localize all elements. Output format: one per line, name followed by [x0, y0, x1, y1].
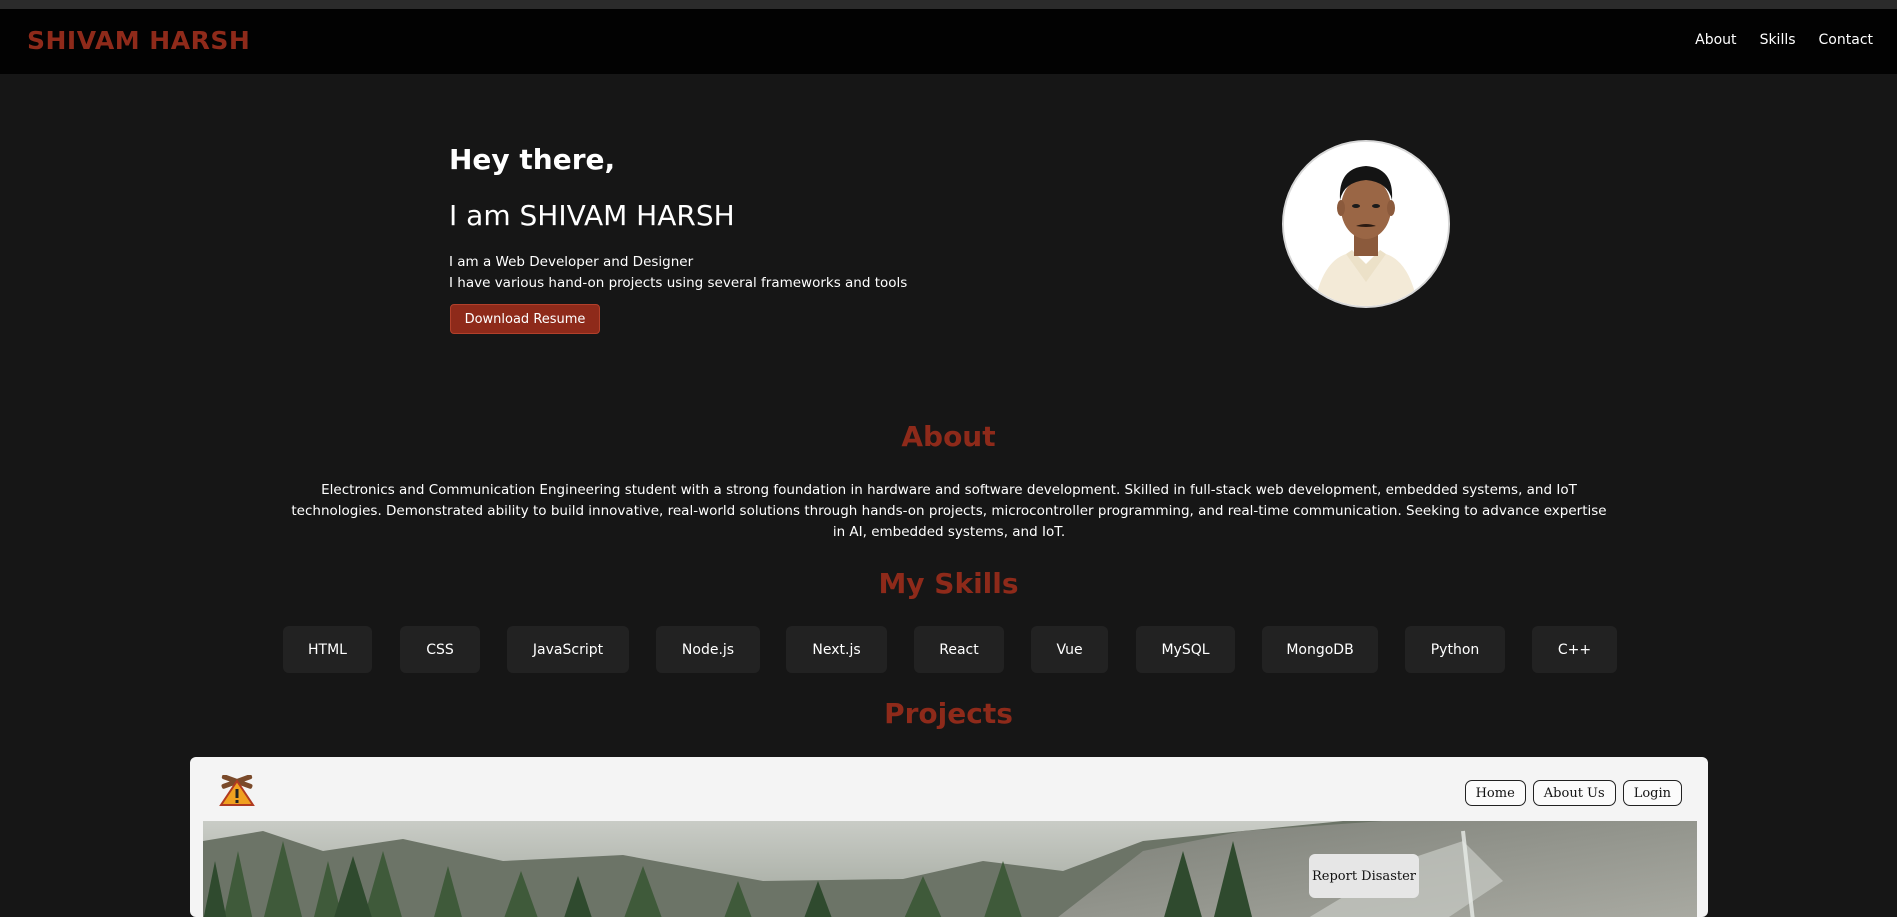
- skill-chip: Vue: [1031, 626, 1108, 673]
- skill-chip: Next.js: [786, 626, 887, 673]
- project-login-button[interactable]: Login: [1622, 780, 1682, 806]
- brand-logo[interactable]: SHIVAM HARSH: [27, 26, 250, 55]
- skill-chip: HTML: [283, 626, 372, 673]
- skill-chip: JavaScript: [507, 626, 629, 673]
- nav-link-contact[interactable]: Contact: [1819, 32, 1873, 48]
- project-card[interactable]: Home About Us Login: [190, 757, 1708, 917]
- download-resume-button[interactable]: Download Resume: [450, 304, 600, 334]
- hero-tagline: I am a Web Developer and Designer: [449, 254, 694, 270]
- skill-chip: MongoDB: [1262, 626, 1378, 673]
- top-strip: [0, 0, 1897, 9]
- report-disaster-button[interactable]: Report Disaster: [1309, 854, 1419, 898]
- skill-chip: CSS: [400, 626, 480, 673]
- profile-portrait-icon: [1284, 142, 1448, 306]
- disaster-warning-icon[interactable]: [218, 774, 256, 807]
- hero-name: I am SHIVAM HARSH: [449, 199, 735, 232]
- nav-links: About Skills Contact: [1695, 32, 1873, 48]
- project-about-us-button[interactable]: About Us: [1532, 780, 1616, 806]
- about-text: Electronics and Communication Engineerin…: [291, 482, 1607, 540]
- project-hero-image: [203, 821, 1697, 917]
- skill-chip: C++: [1532, 626, 1617, 673]
- skill-chip: MySQL: [1136, 626, 1235, 673]
- navbar: SHIVAM HARSH About Skills Contact: [0, 9, 1897, 74]
- hero-description: I have various hand-on projects using se…: [449, 275, 908, 291]
- skills-title: My Skills: [878, 567, 1019, 600]
- nav-link-skills[interactable]: Skills: [1760, 32, 1796, 48]
- about-title: About: [901, 420, 996, 453]
- project-home-button[interactable]: Home: [1464, 780, 1526, 806]
- project-nav: Home About Us Login: [1464, 780, 1682, 806]
- nav-link-about[interactable]: About: [1695, 32, 1736, 48]
- skill-chip: Python: [1405, 626, 1505, 673]
- skill-chip: React: [914, 626, 1004, 673]
- hero-greeting: Hey there,: [449, 143, 616, 176]
- projects-title: Projects: [884, 697, 1013, 730]
- profile-photo: [1282, 140, 1450, 308]
- skill-chip: Node.js: [656, 626, 760, 673]
